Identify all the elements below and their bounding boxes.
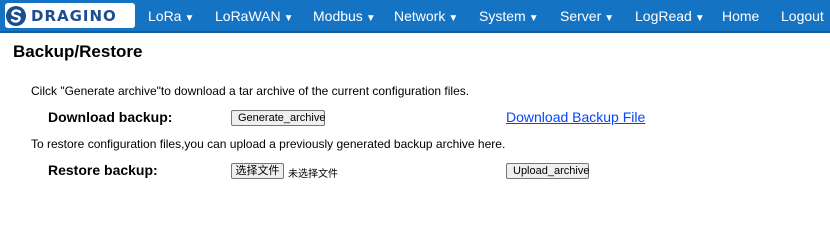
backup-description: Cilck "Generate archive"to download a ta… [31, 84, 470, 98]
chevron-down-icon: ▼ [694, 13, 705, 24]
dragino-logo[interactable]: DRAGINO [5, 3, 135, 28]
nav-modbus[interactable]: Modbus ▼ [313, 0, 376, 33]
page-title: Backup/Restore [13, 42, 143, 61]
download-backup-link[interactable]: Download Backup File [506, 109, 645, 125]
top-navbar: DRAGINO LoRa ▼ LoRaWAN ▼ Modbus ▼ Network ▼ … [0, 0, 830, 33]
nav-network[interactable]: Network ▼ [394, 0, 458, 33]
restore-backup-label: Restore backup: [48, 162, 158, 178]
dragino-logo-icon [6, 5, 26, 26]
nav-lorawan-label: LoRaWAN [215, 8, 281, 24]
nav-logout[interactable]: Logout [781, 0, 824, 33]
nav-home[interactable]: Home [722, 0, 759, 33]
chevron-down-icon: ▼ [283, 13, 294, 24]
restore-description: To restore configuration files,you can u… [31, 137, 506, 151]
choose-file-button[interactable]: 选择文件 [231, 163, 284, 179]
chevron-down-icon: ▼ [528, 13, 539, 24]
logo-text: DRAGINO [31, 6, 117, 25]
nav-lora-label: LoRa [148, 8, 182, 24]
download-backup-label: Download backup: [48, 109, 173, 125]
nav-server-label: Server [560, 8, 602, 24]
chevron-down-icon: ▼ [448, 13, 459, 24]
nav-lora[interactable]: LoRa ▼ [148, 0, 194, 33]
file-status-text: 未选择文件 [288, 169, 338, 180]
upload-archive-button[interactable]: Upload_archive [506, 163, 589, 179]
nav-logread[interactable]: LogRead ▼ [635, 0, 705, 33]
nav-system-label: System [479, 8, 526, 24]
nav-logread-label: LogRead [635, 8, 692, 24]
chevron-down-icon: ▼ [365, 13, 376, 24]
nav-home-label: Home [722, 8, 760, 24]
nav-system[interactable]: System ▼ [479, 0, 539, 33]
nav-network-label: Network [394, 8, 446, 24]
chevron-down-icon: ▼ [604, 13, 615, 24]
nav-modbus-label: Modbus [313, 8, 363, 24]
nav-server[interactable]: Server ▼ [560, 0, 614, 33]
nav-logout-label: Logout [781, 8, 824, 24]
chevron-down-icon: ▼ [184, 13, 195, 24]
nav-lorawan[interactable]: LoRaWAN ▼ [215, 0, 294, 33]
generate-archive-button[interactable]: Generate_archive [231, 110, 325, 126]
